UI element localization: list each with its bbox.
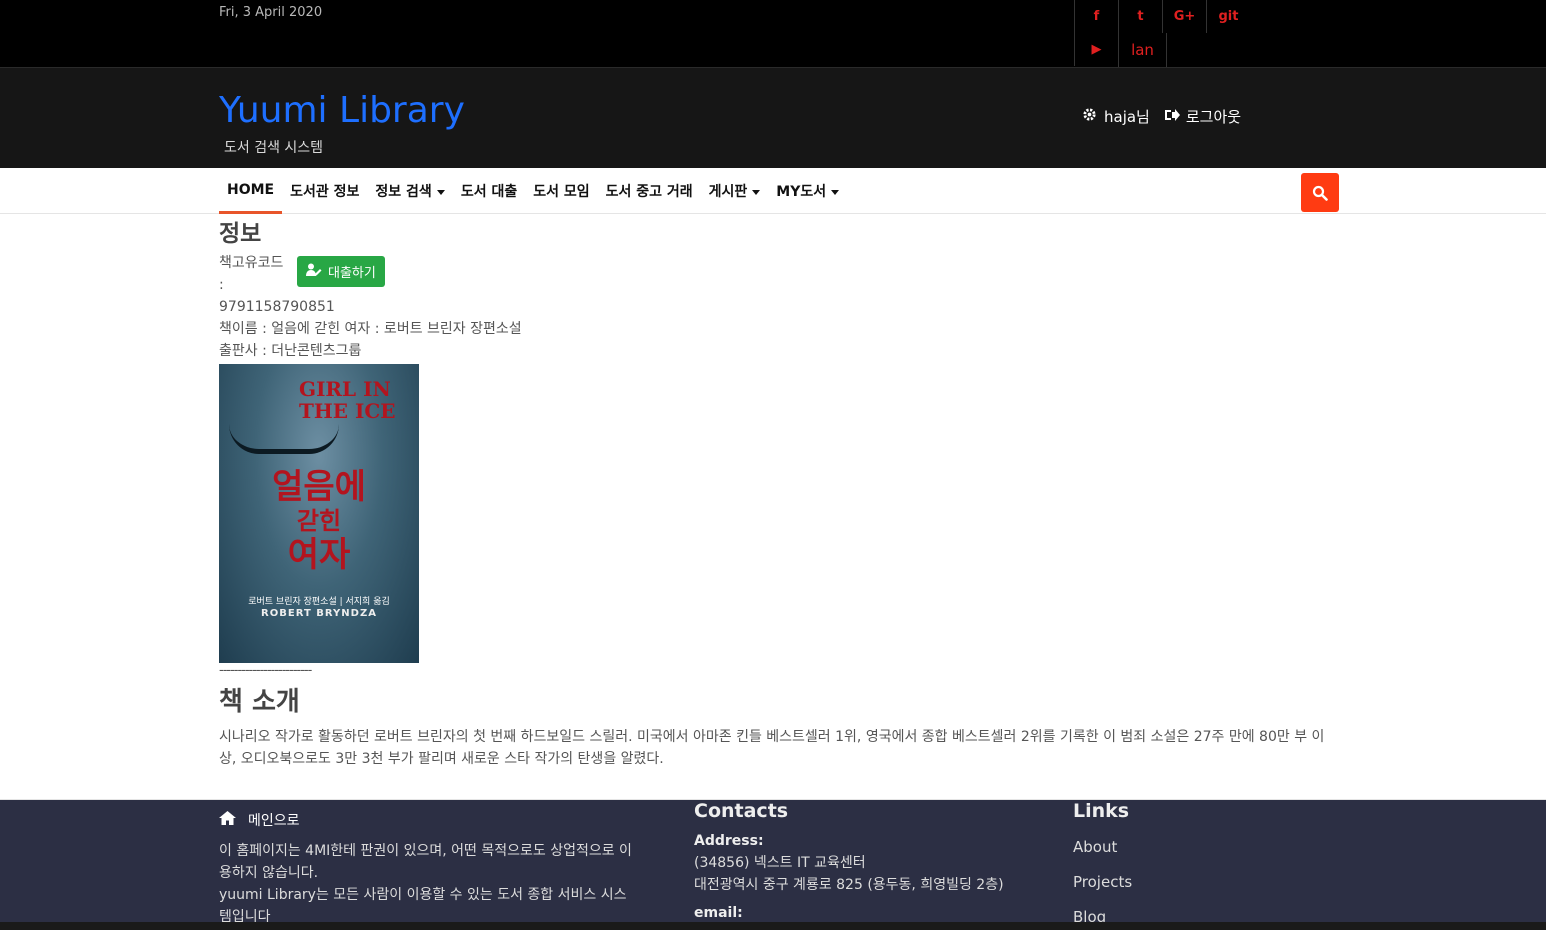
cover-kr-title-3: 여자 — [287, 535, 351, 575]
site-brand[interactable]: Yuumi Library — [219, 90, 465, 131]
caret-down-icon — [752, 189, 761, 195]
nav-home-label: HOME — [227, 181, 275, 198]
twitter-icon[interactable]: t — [1118, 0, 1162, 33]
nav-info-search[interactable]: 정보 검색 — [367, 168, 452, 214]
nav-my-books[interactable]: MY도서 — [768, 168, 847, 214]
site-footer: 메인으로 이 홈페이지는 4MI한테 판권이 있으며, 어떤 목적으로도 상업적… — [0, 799, 1546, 930]
nav-book-club[interactable]: 도서 모임 — [525, 168, 597, 214]
book-code-colon: : — [219, 277, 224, 293]
main-nav: HOME 도서관 정보 정보 검색 도서 대출 도서 모임 도서 중고 거래 게… — [0, 168, 1546, 214]
nav-board-label: 게시판 — [708, 184, 748, 200]
email-label: email: — [694, 905, 743, 921]
caret-down-icon — [436, 189, 445, 195]
book-cover-image: GIRL IN THE ICE 얼음에 갇힌 여자 로버트 브린자 장편소설 |… — [219, 364, 419, 663]
google-plus-icon[interactable]: G+ — [1162, 0, 1206, 33]
user-name-link[interactable]: haja님 — [1104, 106, 1150, 127]
links-title: Links — [1073, 800, 1130, 822]
nav-book-loan-label: 도서 대출 — [460, 184, 518, 200]
top-bar: Fri, 3 April 2020 f t G+ git ▶ lan — [0, 0, 1546, 67]
nav-library-info[interactable]: 도서관 정보 — [282, 168, 367, 214]
current-date: Fri, 3 April 2020 — [219, 5, 323, 20]
cover-subtitle: 로버트 브린자 장편소설 | 서지희 옮김 — [248, 597, 390, 607]
cover-kr-title-2: 갇힌 — [296, 507, 342, 535]
user-edit-icon — [306, 263, 322, 280]
intro-title: 책 소개 — [219, 687, 300, 717]
book-isbn: 9791158790851 — [219, 299, 335, 315]
nav-my-books-label: MY도서 — [776, 184, 827, 200]
home-icon — [219, 810, 236, 832]
facebook-icon[interactable]: f — [1074, 0, 1118, 33]
cover-author: ROBERT BRYNDZA — [261, 608, 377, 619]
address-line-1: (34856) 넥스트 IT 교육센터 — [694, 855, 866, 871]
site-tagline: 도서 검색 시스템 — [224, 140, 324, 156]
footer-copyright-1: 이 홈페이지는 4MI한테 판권이 있으며, 어떤 목적으로도 상업적으로 이용… — [219, 843, 632, 881]
book-intro: 시나리오 작가로 활동하던 로버트 브린자의 첫 번째 하드보일드 스릴러. 미… — [219, 729, 1325, 767]
nav-book-club-label: 도서 모임 — [533, 184, 590, 200]
contacts-title: Contacts — [694, 800, 789, 822]
footer-home-link[interactable]: 메인으로 — [219, 810, 639, 832]
address-label: Address: — [694, 833, 764, 849]
nav-used-books-label: 도서 중고 거래 — [605, 184, 693, 200]
divider-text: ------------------------- — [219, 663, 312, 678]
social-links: f t G+ git ▶ lan — [1074, 0, 1284, 67]
logout-icon — [1164, 108, 1180, 126]
book-title: 책이름 : 얼음에 갇힌 여자 : 로버트 브린자 장편소설 — [219, 321, 522, 337]
caret-down-icon — [831, 189, 840, 195]
nav-used-books[interactable]: 도서 중고 거래 — [598, 168, 701, 214]
nav-board[interactable]: 게시판 — [701, 168, 769, 214]
book-code-label: 책고유코드 : — [219, 252, 295, 296]
search-icon — [1312, 185, 1328, 201]
youtube-icon[interactable]: ▶ — [1074, 33, 1118, 66]
nav-library-info-label: 도서관 정보 — [290, 184, 360, 200]
logout-link[interactable]: 로그아웃 — [1186, 106, 1241, 127]
borrow-button-label: 대출하기 — [328, 266, 376, 281]
footer-contacts: Contacts Address: (34856) 넥스트 IT 교육센터 대전… — [694, 800, 1054, 924]
book-publisher: 출판사 : 더난콘텐츠그룹 — [219, 343, 362, 359]
footer-links: Links About Projects Blog — [1073, 800, 1273, 935]
gear-icon — [1082, 107, 1098, 126]
nav-home[interactable]: HOME — [219, 168, 283, 214]
search-button[interactable] — [1301, 173, 1339, 212]
user-area: haja님 로그아웃 — [1082, 106, 1241, 127]
borrow-button[interactable]: 대출하기 — [297, 256, 385, 287]
cover-eye-art — [229, 424, 339, 454]
address-line-2: 대전광역시 중구 계룡로 825 (용두동, 희영빌딩 2층) — [694, 877, 1004, 893]
nav-book-loan[interactable]: 도서 대출 — [453, 168, 525, 214]
cover-korean-title: 얼음에 갇힌 여자 — [219, 468, 419, 574]
section-title: 정보 — [219, 221, 262, 247]
book-code-label-text: 책고유코드 — [219, 255, 284, 271]
footer-link-projects[interactable]: Projects — [1073, 865, 1273, 900]
browser-bottom-edge — [0, 922, 1546, 930]
footer-about: 메인으로 이 홈페이지는 4MI한테 판권이 있으며, 어떤 목적으로도 상업적… — [219, 810, 639, 928]
cover-kr-title-1: 얼음에 — [272, 467, 366, 507]
language-link[interactable]: lan — [1118, 33, 1167, 67]
book-detail: 정보 책고유코드 : 대출하기 9791158790851 책이름 : 얼음에 … — [219, 214, 1329, 770]
nav-info-search-label: 정보 검색 — [375, 184, 432, 200]
cover-english-title: GIRL IN THE ICE — [299, 377, 396, 423]
git-icon[interactable]: git — [1206, 0, 1250, 33]
site-header: Yuumi Library 도서 검색 시스템 haja님 로그아웃 — [0, 67, 1546, 168]
footer-home-label: 메인으로 — [248, 813, 300, 829]
footer-link-about[interactable]: About — [1073, 830, 1273, 865]
